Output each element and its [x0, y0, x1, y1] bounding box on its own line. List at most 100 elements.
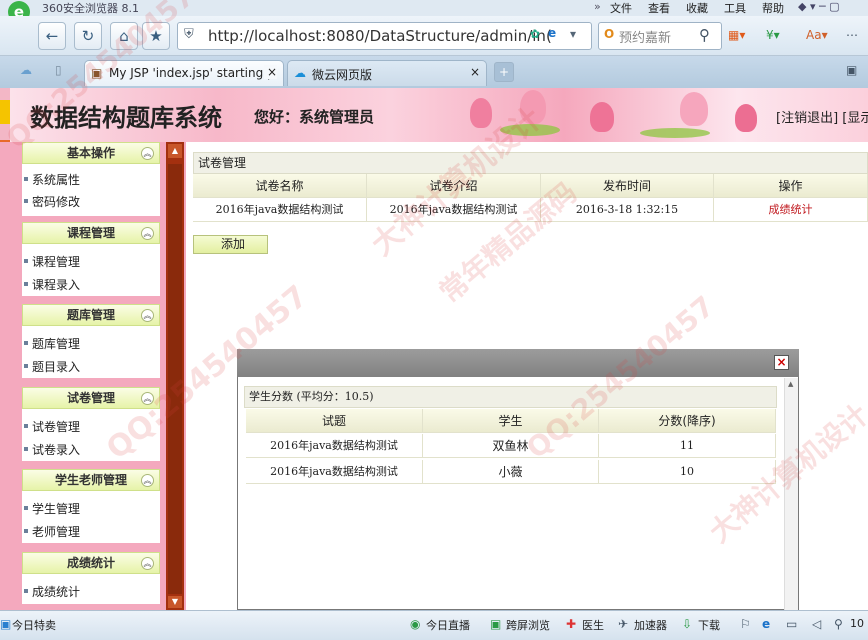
ie-icon[interactable]: e: [762, 617, 770, 631]
column-header: 试卷名称: [193, 174, 367, 198]
tab-close-icon[interactable]: ×: [263, 65, 277, 79]
sidebar-item-bank-manage[interactable]: 题库管理: [23, 335, 80, 352]
new-tab-button[interactable]: +: [494, 62, 514, 82]
search-box[interactable]: O 预约嘉新 ⚲: [598, 22, 722, 50]
refresh-button[interactable]: ↻: [74, 22, 102, 50]
section-body-scores: 成绩统计: [22, 574, 160, 604]
menu-tools[interactable]: 工具: [724, 0, 746, 16]
scroll-up-icon[interactable]: ▲: [168, 144, 182, 158]
tab-close-icon[interactable]: ×: [470, 65, 480, 79]
tab-index-jsp[interactable]: ▣ My JSP 'index.jsp' starting p ×: [84, 60, 284, 86]
scroll-down-icon[interactable]: ▼: [168, 596, 182, 608]
section-header-exam[interactable]: 试卷管理 ︽: [22, 387, 160, 409]
menu-help[interactable]: 帮助: [762, 0, 784, 16]
menu-view[interactable]: 查看: [648, 0, 670, 16]
menu-favorites[interactable]: 收藏: [686, 0, 708, 16]
zoom-level[interactable]: 10: [850, 617, 864, 630]
collapse-chevron-icon[interactable]: ︽: [141, 147, 154, 160]
flag-icon[interactable]: ⚐: [740, 617, 751, 631]
search-input[interactable]: 预约嘉新: [619, 27, 671, 46]
sidebar-item-score-stats[interactable]: 成绩统计: [23, 583, 80, 600]
browser-toolbar: ← ↻ ⌂ ★ ⛨ http://localhost:8080/DataStru…: [0, 16, 868, 56]
section-title: 学生老师管理: [54, 473, 127, 487]
scroll-up-icon[interactable]: ▲: [788, 380, 793, 388]
deal-icon[interactable]: ▣: [0, 617, 11, 631]
section-header-scores[interactable]: 成绩统计 ︽: [22, 552, 160, 574]
speed-mode-icon[interactable]: ✿: [530, 27, 540, 41]
shield-icon: ⛨: [184, 27, 194, 42]
sidebar-scrollbar[interactable]: ▲ ▼: [166, 142, 184, 610]
section-title: 基本操作: [66, 146, 115, 160]
sidebar-item-question-add[interactable]: 题目录入: [23, 358, 80, 375]
collapse-chevron-icon[interactable]: ︽: [141, 309, 154, 322]
back-button[interactable]: ←: [38, 22, 66, 50]
dialog-scrollbar[interactable]: ▲: [784, 378, 798, 610]
score-stats-link[interactable]: 成绩统计: [714, 198, 868, 222]
favorite-star-button[interactable]: ★: [142, 22, 170, 50]
section-header-question-bank[interactable]: 题库管理 ︽: [22, 304, 160, 326]
collapse-chevron-icon[interactable]: ︽: [141, 474, 154, 487]
cross-screen-icon[interactable]: ▣: [490, 617, 501, 631]
sidebar-item-password[interactable]: 密码修改: [23, 193, 80, 210]
live-icon[interactable]: ◉: [410, 617, 420, 631]
tab-label: 微云网页版: [312, 68, 373, 82]
translate-icon[interactable]: Aа▾: [806, 28, 828, 42]
side-tool-icon[interactable]: [0, 100, 10, 124]
search-engine-icon[interactable]: O: [604, 27, 614, 41]
cloud-icon[interactable]: ☁: [20, 63, 32, 77]
menu-file[interactable]: 文件: [610, 0, 632, 16]
download-icon[interactable]: ⇩: [682, 617, 692, 631]
add-button[interactable]: 添加: [193, 235, 268, 254]
phone-icon[interactable]: ▯: [55, 63, 62, 77]
status-doctor[interactable]: 医生: [582, 617, 604, 633]
status-left-text[interactable]: 今日特卖: [12, 617, 56, 633]
sidebar-item-exam-add[interactable]: 试卷录入: [23, 441, 80, 458]
home-button[interactable]: ⌂: [110, 22, 138, 50]
window-controls-icon[interactable]: ◆ ▾ ─ ▢: [798, 0, 840, 13]
screen-icon[interactable]: ▭: [786, 617, 797, 631]
sidebar-item-exam-manage[interactable]: 试卷管理: [23, 418, 80, 435]
tab-label: My JSP 'index.jsp' starting p: [109, 66, 275, 80]
menu-overflow-icon[interactable]: »: [594, 0, 601, 13]
status-cross-screen[interactable]: 跨屏浏览: [506, 617, 550, 633]
volume-icon[interactable]: ◁: [812, 617, 821, 631]
section-body-people: 学生管理 老师管理: [22, 491, 160, 543]
dialog-close-button[interactable]: ×: [774, 355, 789, 370]
dropdown-arrow-icon[interactable]: ▾: [570, 27, 576, 41]
address-bar[interactable]: ⛨ http://localhost:8080/DataStructure/ad…: [177, 22, 592, 50]
collapse-chevron-icon[interactable]: ︽: [141, 227, 154, 240]
status-download[interactable]: 下载: [698, 617, 720, 633]
sidebar-item-course-manage[interactable]: 课程管理: [23, 253, 80, 270]
apps-grid-icon[interactable]: ▦▾: [728, 28, 745, 42]
table-cell: 2016年java数据结构测试: [367, 198, 541, 222]
sidebar-item-student-manage[interactable]: 学生管理: [23, 500, 80, 517]
doctor-icon[interactable]: ✚: [566, 617, 576, 631]
tab-bar: ☁ ▯ ▣ My JSP 'index.jsp' starting p × ☁ …: [0, 56, 868, 88]
section-header-basic[interactable]: 基本操作 ︽: [22, 142, 160, 164]
collapse-chevron-icon[interactable]: ︽: [141, 392, 154, 405]
leaf-decoration: [640, 128, 710, 138]
sidebar-item-course-add[interactable]: 课程录入: [23, 276, 80, 293]
url-text[interactable]: http://localhost:8080/DataStructure/admi…: [208, 27, 552, 45]
extension-icon[interactable]: ⋯: [846, 28, 858, 42]
search-icon[interactable]: ⚲: [699, 26, 710, 44]
section-header-course[interactable]: 课程管理 ︽: [22, 222, 160, 244]
collapse-chevron-icon[interactable]: ︽: [141, 557, 154, 570]
section-header-people[interactable]: 学生老师管理 ︽: [22, 469, 160, 491]
accelerator-icon[interactable]: ✈: [618, 617, 628, 631]
ie-mode-icon[interactable]: e: [548, 26, 556, 40]
sidebar-item-system-properties[interactable]: 系统属性: [23, 171, 80, 188]
tab-weiyun[interactable]: ☁ 微云网页版 ×: [287, 60, 487, 86]
dialog-title-bar[interactable]: [237, 349, 799, 377]
column-header: 分数(降序): [599, 409, 776, 433]
wallet-icon[interactable]: ¥▾: [766, 28, 780, 42]
scroll-thumb[interactable]: [168, 164, 182, 594]
status-accelerator[interactable]: 加速器: [634, 617, 667, 633]
tab-list-icon[interactable]: ▣: [846, 63, 857, 77]
sidebar-item-teacher-manage[interactable]: 老师管理: [23, 523, 80, 540]
zoom-icon[interactable]: ⚲: [834, 617, 843, 631]
logout-link[interactable]: [注销退出] [显示主: [776, 107, 868, 126]
status-live[interactable]: 今日直播: [426, 617, 470, 633]
column-header: 操作: [714, 174, 868, 198]
status-bar: ▣ 今日特卖 ◉ 今日直播 ▣ 跨屏浏览 ✚ 医生 ✈ 加速器 ⇩ 下载 ⚐ e…: [0, 610, 868, 640]
